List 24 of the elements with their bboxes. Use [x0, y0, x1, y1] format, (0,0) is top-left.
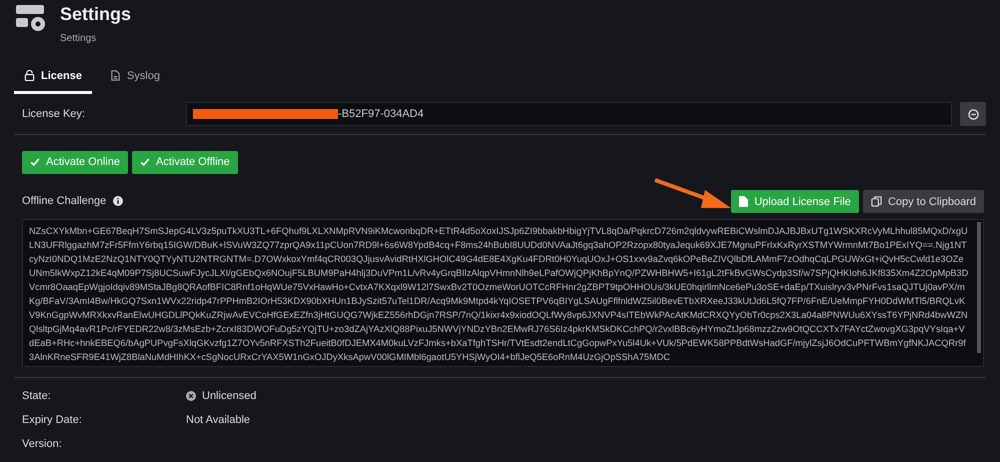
padlock-icon [24, 70, 35, 81]
tab[interactable]: Syslog [100, 60, 170, 94]
field-value: Unlicensed [202, 390, 256, 402]
tab[interactable]: License [14, 60, 92, 94]
field-label: State: [22, 390, 52, 402]
copy-button[interactable]: Copy to Clipboard [862, 190, 984, 213]
info-icon [113, 196, 124, 206]
license-key-field[interactable]: -B52F97-034AD4 [186, 102, 952, 126]
document-icon [110, 70, 121, 81]
clear-button[interactable] [960, 102, 986, 126]
checkmark-icon [30, 157, 40, 167]
challenge-text-field[interactable]: NZsCXYkMbn+GE67BeqH7SmSJepG4LV3z5puTkXU3TL+6FQhuf9LXLXNMpRVN9iKMcwonbqDR+ETtR4d5oXoxIJSJp6ZI9bbakbHbigYjTVL8qDa/PqkrcD726m2qldvywREBiCWslmDJAJBJBxUTg1WSKXRcVyMLhhul85MQxD/xgULN3UFRlggazhM7zFr5FfmY6rbq15IGW/DBuK+lSVuW3ZQ77zprQA9x11pCUon7RD9l+6s6W8YpdB4cq+F8ms24hBubI8UUDd0NVAaJt6gq3ahOP2Rzopx80tyaJequk69XJE7MgnuPFrIxKxRyrXSTMYWrmnMt7Bo1PExIYQ==.Njg1NTcyNzI0NDQ1MzE2NzQ1NTY0QTYyNTU2NTRGNTM=.D7OWxkoxYmf4qCR003QJjusvAvidRtHXlGHOlC49G4dE8E4XgKu4FDRt0H0YuqUOxJ+OS1xxv9aZvq6kOPeBeZIVQlbDfLAMmF7zOdhqCqLPGUWxGt+iQvH5cCwld1e3OZeUNm5lkWxpZ12kE4qM09P7Sj8UCSuwFJycJLXI/gGEbQx6NOujF5LBUM9PaH4hlj3DuVPm1L/vRv4yGrqBIlzAlqpVHmnNlh9eLPafOWjQPjKhBpYnQ/PZWHBHW5+I61gL2tFkBvGWsCydp3Sf/w7SPjQHKIoh6JKf835Xm4Z2OpMpB3DVcmr8OaaqEpWgjoIdqiv89MStaJBg8QRAofBFIC8Rnf1oHqWUe75VxHawHo+CvtxA7KXqxl9W12l7SwxBv2T0OzmeWorUOTCcRFHnr2gZBPT9tpOHHOUs/3kUE0hqirllmNce6ePu3oSE+daEp/TXuislryv3vPNrFvs1saQJTUj0avPX/mKg/BFaV/3AmI4Bw/HkGQ7Sxn1WVx22ridp47rPPHmB2IOrH53KDX90bXHUn1BJySzit57uTel1DR/Acq9Mk9Mtpd4kYqIOSETPV6qBIYgLSAUgFflfnldWZ5il0BevETbXRXeeJ33kUtJd6L5fQ7FP/6FnE/UeMmpFYH0DdWMTl5/BRQLvKV9KnGgpWvMRXkxvRanElwUHGDLlPQkKuZRjwAvEVCoHfGExEZfn3jHtGUQG7WjkEZ556rhDGjn7RSP/7nQ/1kixr4x9xiodOQLfWy8vp6JXNVP4sITEbWkPAcAtKMdCRXQYyObTr0cps2X3La04a8PNWUu6XYssT6YPjNRd4bwWZNQlsltpGjMq4avR1Pc/rFYEDR22w8/3zMsEzb+ZcrxI83DWOFuDg5zYQjTU+zo3dZAjYAzXlQ88PixuJ5NWVjYNDzYBn2EMwRJ76S6Iz4pkrKMSkDKCchPQ/r2vxlBBc6yHYmoZtJp68mzz2zw9OtQCCXTx7FAYctZwovgXG3pqVYsIqa+VdEaB+RHc+hnkEBEQ6/bAgPUPvgFsXlqGKvzfg1Z7OYv5nRFXSTh2FueitB0fDJEMX4M0kuLVzFJmks+bXaTfghTSHr/TVtEsdt2endLtCgGopwPxYu5l4Uk+VUk/5PdEWK58PPBdtWsHadGF/mjylZsjJ6OdCuPFTWBmYgfNKJACQRr9f3AlnKRneSFR9E41WjZ8BlaNuMdHIhKX+cSgNocURxCrYAX5W1nGxOJDyXksApwV00lGMIMbl6gaotU5YHSjWyOI4+bflJeQ5E6oRnM4UzGjOpSShA75MDC [22, 219, 984, 367]
page-title: Settings [60, 4, 132, 25]
file-icon [739, 196, 748, 207]
field-value: Not Available [186, 414, 250, 426]
checkmark-icon [140, 157, 150, 167]
field-label: Version: [22, 438, 63, 450]
breadcrumb: Settings [60, 33, 98, 44]
section-label: Offline Challenge [22, 195, 106, 207]
field-label: License Key: [22, 108, 86, 120]
minus-circle-icon [968, 108, 978, 120]
field-label: Expiry Date: [22, 414, 83, 426]
copy-icon [870, 196, 882, 207]
cancel-icon [186, 391, 196, 401]
